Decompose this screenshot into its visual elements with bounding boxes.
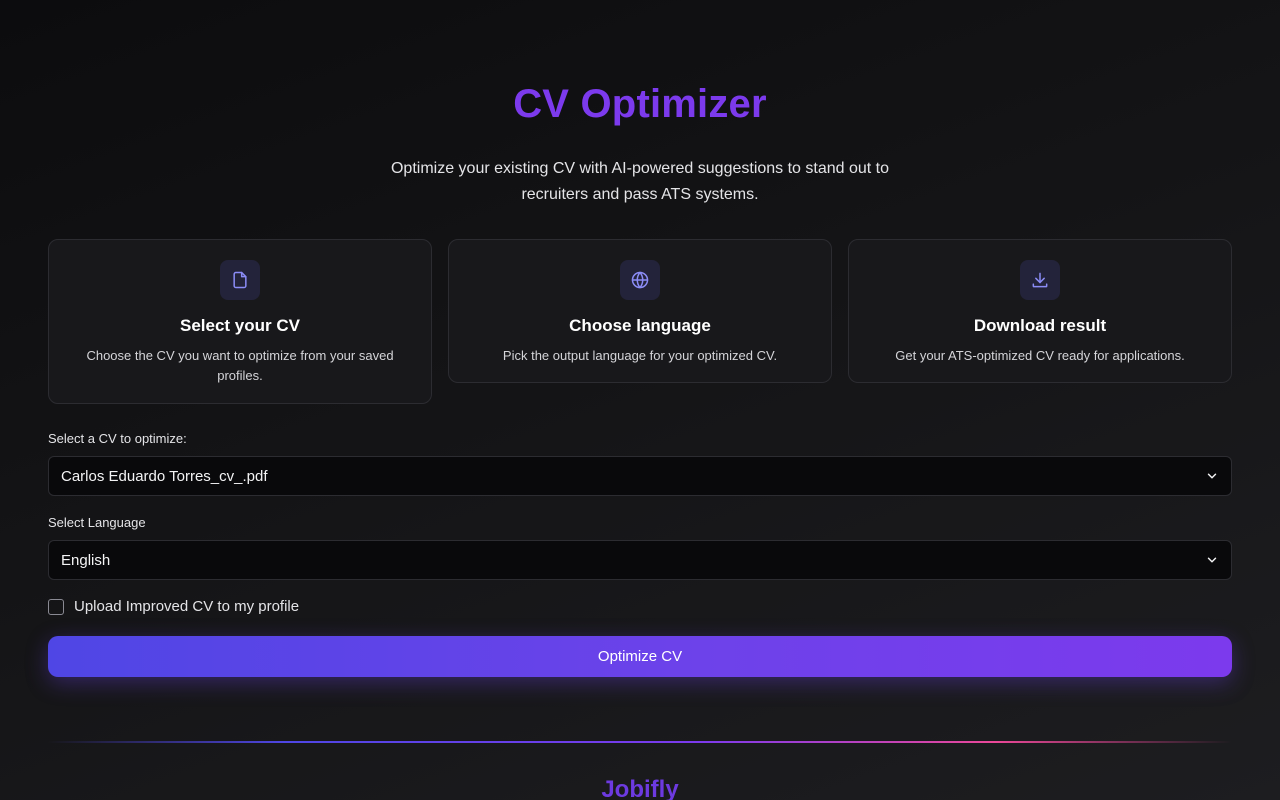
upload-improved-cv-label[interactable]: Upload Improved CV to my profile [74, 598, 299, 615]
download-icon [1020, 260, 1060, 300]
step-card-download-result: Download result Get your ATS-optimized C… [848, 239, 1232, 383]
page-title: CV Optimizer [513, 82, 767, 126]
page-subtitle: Optimize your existing CV with AI-powere… [390, 160, 890, 203]
cv-select[interactable]: Carlos Eduardo Torres_cv_.pdf [48, 456, 1232, 496]
chevron-down-icon [1207, 473, 1217, 479]
language-select-label: Select Language [48, 515, 146, 530]
optimize-cv-button[interactable]: Optimize CV [48, 636, 1232, 677]
upload-improved-cv-checkbox[interactable] [48, 598, 64, 615]
file-icon [220, 260, 260, 300]
cv-select-label: Select a CV to optimize: [48, 431, 187, 446]
step-description: Choose the CV you want to optimize from … [86, 348, 394, 383]
language-select[interactable]: English [48, 540, 1232, 580]
step-description: Pick the output language for your optimi… [502, 348, 778, 363]
step-card-select-cv: Select your CV Choose the CV you want to… [48, 239, 432, 404]
step-card-choose-language: Choose language Pick the output language… [448, 239, 832, 383]
footer-brand[interactable]: Jobifly [0, 776, 1280, 800]
step-title: Choose language [569, 316, 711, 335]
footer-divider [48, 741, 1232, 743]
upload-improved-cv-option: Upload Improved CV to my profile [48, 598, 299, 615]
chevron-down-icon [1207, 557, 1217, 563]
step-title: Select your CV [180, 316, 300, 335]
globe-icon [620, 260, 660, 300]
language-select-value: English [61, 551, 111, 569]
cv-select-value: Carlos Eduardo Torres_cv_.pdf [61, 467, 268, 485]
step-description: Get your ATS-optimized CV ready for appl… [895, 348, 1185, 363]
steps-section: Select your CV Choose the CV you want to… [48, 239, 1232, 404]
step-title: Download result [973, 316, 1107, 335]
